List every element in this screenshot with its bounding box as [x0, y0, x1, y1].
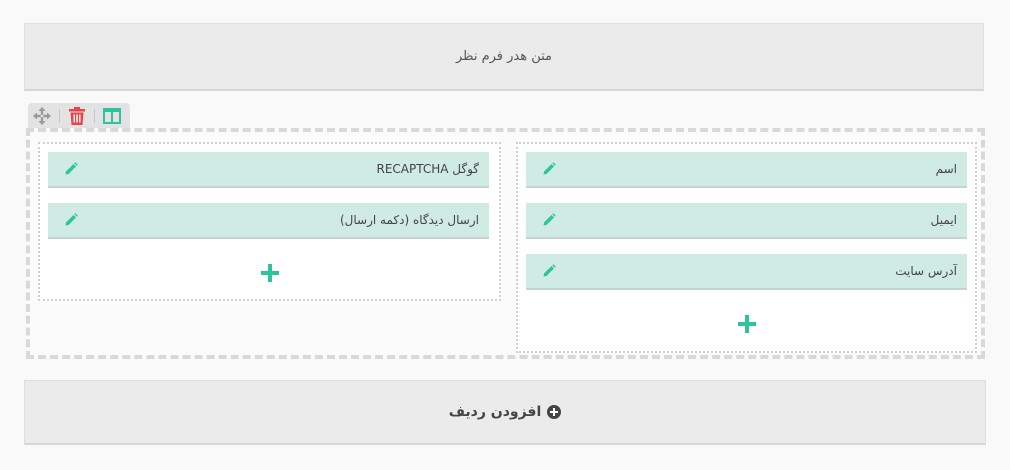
field-name[interactable]: اسم [526, 152, 967, 188]
field-label: ایمیل [930, 213, 957, 227]
form-header-text: متن هدر فرم نظر [455, 49, 553, 64]
field-submit[interactable]: ارسال دیدگاه (دکمه ارسال) [48, 203, 489, 239]
field-label: آدرس سایت [895, 264, 957, 278]
column-right[interactable]: اسم ایمیل آدرس سایت [516, 142, 977, 353]
pencil-icon[interactable] [542, 162, 556, 176]
columns-layout-icon[interactable] [102, 106, 122, 126]
field-label: اسم [935, 162, 957, 176]
field-website[interactable]: آدرس سایت [526, 254, 967, 290]
toolbar-divider [59, 109, 60, 123]
add-field-button[interactable] [40, 263, 499, 283]
trash-icon[interactable] [67, 106, 87, 126]
add-row-button[interactable]: افزودن ردیف [24, 380, 986, 445]
plus-icon [737, 315, 756, 333]
add-row-label: افزودن ردیف [448, 404, 542, 420]
field-recaptcha[interactable]: گوگل RECAPTCHA [48, 152, 489, 188]
field-label: گوگل RECAPTCHA [376, 162, 479, 176]
row-toolbar [28, 103, 130, 129]
plus-icon [260, 264, 279, 282]
toolbar-divider [94, 109, 95, 123]
move-icon[interactable] [32, 106, 52, 126]
field-label: ارسال دیدگاه (دکمه ارسال) [340, 213, 479, 227]
add-field-button[interactable] [518, 314, 975, 334]
form-row[interactable]: اسم ایمیل آدرس سایت گوگل RECAPTCHA ارسال… [26, 128, 985, 359]
pencil-icon[interactable] [64, 213, 78, 227]
pencil-icon[interactable] [64, 162, 78, 176]
pencil-icon[interactable] [542, 264, 556, 278]
field-email[interactable]: ایمیل [526, 203, 967, 239]
form-header[interactable]: متن هدر فرم نظر [24, 23, 984, 91]
column-left[interactable]: گوگل RECAPTCHA ارسال دیدگاه (دکمه ارسال) [38, 142, 501, 301]
pencil-icon[interactable] [542, 213, 556, 227]
plus-circle-icon [547, 405, 562, 419]
